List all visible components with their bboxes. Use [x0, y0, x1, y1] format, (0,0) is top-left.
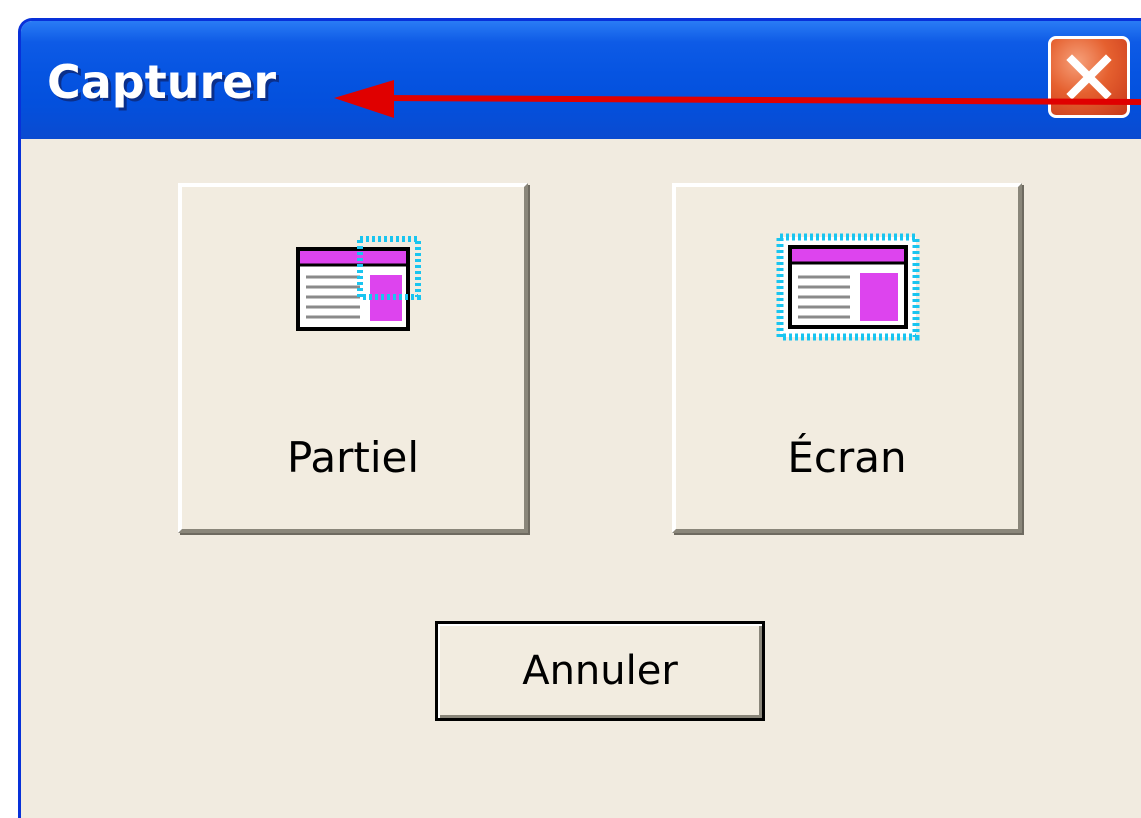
partial-button-label: Partiel: [286, 433, 420, 482]
screen-button-label: Écran: [787, 433, 907, 482]
window-title: Capturer: [47, 55, 277, 109]
red-arrow-icon: [334, 80, 1141, 118]
screen-capture-button[interactable]: Écran: [672, 183, 1022, 533]
partial-capture-button[interactable]: Partiel: [178, 183, 528, 533]
partial-capture-icon: [296, 236, 421, 331]
cancel-button-label: Annuler: [522, 648, 678, 694]
cancel-button[interactable]: Annuler: [435, 621, 765, 721]
screen-capture-icon: [776, 233, 920, 341]
capture-dialog: Capturer Partiel Écran Annuler: [18, 18, 1141, 818]
